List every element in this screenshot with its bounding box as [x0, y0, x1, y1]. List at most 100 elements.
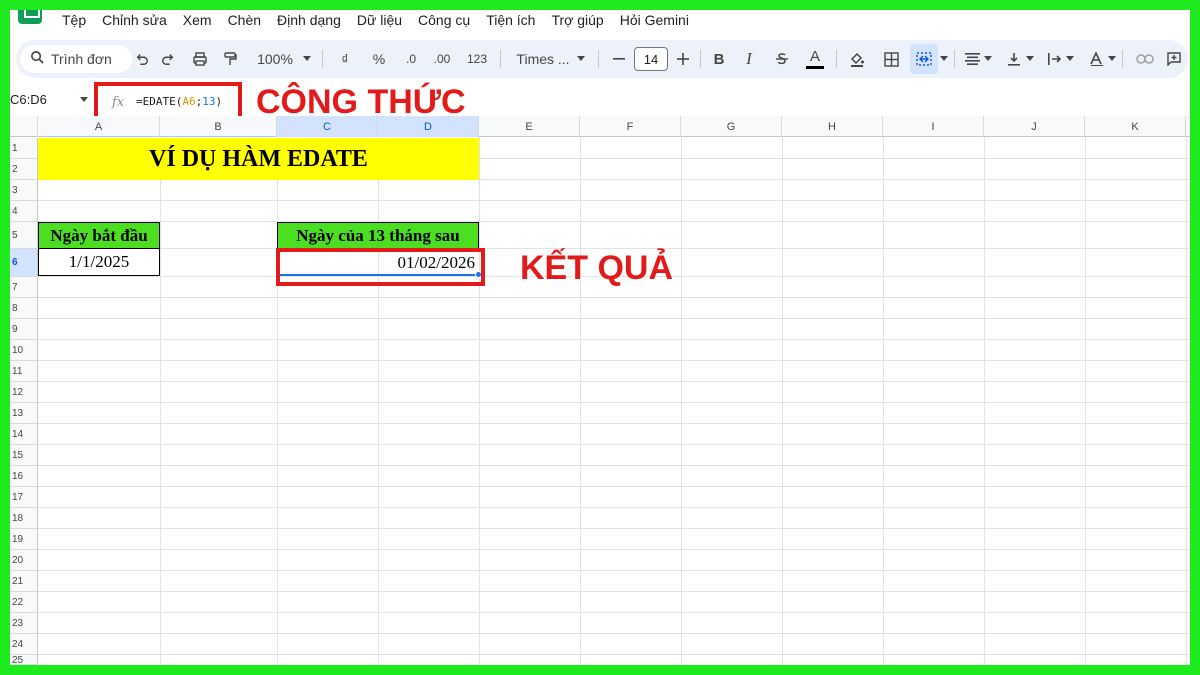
increase-font-icon[interactable]: [672, 40, 694, 78]
row-header[interactable]: 23: [10, 613, 38, 634]
row-header[interactable]: 12: [10, 382, 38, 403]
menu-tools[interactable]: Công cụ: [410, 11, 478, 29]
text-color-button[interactable]: A: [802, 40, 828, 78]
start-date-header-cell[interactable]: Ngày bắt đầu: [38, 222, 160, 249]
row-header[interactable]: 7: [10, 277, 38, 298]
menu-view[interactable]: Xem: [175, 11, 220, 29]
menu-file[interactable]: Tệp: [54, 11, 94, 29]
row-header[interactable]: 21: [10, 571, 38, 592]
chevron-down-icon[interactable]: [1064, 40, 1076, 78]
menu-edit[interactable]: Chỉnh sửa: [94, 11, 175, 29]
insert-comment-icon[interactable]: [1162, 40, 1186, 78]
vertical-align-icon[interactable]: [1002, 40, 1026, 78]
row-header[interactable]: 17: [10, 487, 38, 508]
row-header[interactable]: 9: [10, 319, 38, 340]
formula-input[interactable]: =EDATE(A6;13): [136, 95, 222, 108]
sheets-logo-icon[interactable]: [18, 4, 42, 24]
zoom-select[interactable]: 100%: [250, 40, 300, 78]
column-header[interactable]: I: [883, 116, 984, 137]
increase-decimal-button[interactable]: .00: [428, 40, 456, 78]
toolbar-divider: [700, 50, 701, 68]
menu-help[interactable]: Trợ giúp: [543, 11, 611, 29]
font-family-select[interactable]: Times ...: [510, 40, 576, 78]
menu-insert[interactable]: Chèn: [220, 11, 269, 29]
strikethrough-icon[interactable]: [770, 40, 794, 78]
redo-icon[interactable]: [154, 40, 182, 78]
decrease-decimal-button[interactable]: .0: [398, 40, 424, 78]
number-format-button[interactable]: 123: [462, 40, 492, 78]
chevron-down-icon[interactable]: [300, 40, 314, 78]
horizontal-align-icon[interactable]: [960, 40, 984, 78]
row-header[interactable]: 5: [10, 222, 38, 249]
column-header[interactable]: J: [984, 116, 1085, 137]
grid-line: [1085, 137, 1086, 665]
column-header[interactable]: C: [277, 116, 378, 137]
row-header[interactable]: 4: [10, 201, 38, 222]
grid-line: [38, 465, 1190, 466]
row-header[interactable]: 11: [10, 361, 38, 382]
print-icon[interactable]: [186, 40, 214, 78]
fill-color-icon[interactable]: [844, 40, 870, 78]
text-wrap-icon[interactable]: [1042, 40, 1066, 78]
row-header[interactable]: 16: [10, 466, 38, 487]
row-header[interactable]: 13: [10, 403, 38, 424]
row-header[interactable]: 14: [10, 424, 38, 445]
undo-icon[interactable]: [128, 40, 156, 78]
row-header[interactable]: 8: [10, 298, 38, 319]
grid-line: [38, 507, 1190, 508]
start-date-value-cell[interactable]: 1/1/2025: [38, 249, 160, 276]
chevron-down-icon[interactable]: [574, 40, 588, 78]
column-header[interactable]: D: [378, 116, 479, 137]
row-header[interactable]: 20: [10, 550, 38, 571]
insert-link-icon[interactable]: [1132, 40, 1158, 78]
menu-format[interactable]: Định dạng: [269, 11, 349, 29]
row-header[interactable]: 6: [10, 249, 38, 277]
bold-button[interactable]: B: [708, 40, 730, 78]
column-header[interactable]: H: [782, 116, 883, 137]
row-header[interactable]: 3: [10, 180, 38, 201]
column-header[interactable]: B: [160, 116, 277, 137]
column-header[interactable]: F: [580, 116, 681, 137]
row-header[interactable]: 1: [10, 138, 38, 159]
grid-line: [883, 137, 884, 665]
grid-line: [38, 591, 1190, 592]
chevron-down-icon[interactable]: [1106, 40, 1118, 78]
row-header[interactable]: 25: [10, 655, 38, 665]
italic-button[interactable]: I: [738, 40, 760, 78]
result-header-cell[interactable]: Ngày của 13 tháng sau: [277, 222, 479, 249]
column-header[interactable]: A: [38, 116, 160, 137]
row-header[interactable]: 10: [10, 340, 38, 361]
menu-extensions[interactable]: Tiện ích: [478, 11, 543, 29]
currency-button[interactable]: ₫: [334, 40, 356, 78]
chevron-down-icon[interactable]: [938, 40, 950, 78]
borders-icon[interactable]: [878, 40, 904, 78]
font-size-input[interactable]: 14: [634, 47, 668, 71]
menu-ask-gemini[interactable]: Hỏi Gemini: [612, 11, 697, 29]
chevron-down-icon[interactable]: [982, 40, 994, 78]
grid-line: [580, 137, 581, 665]
paint-format-icon[interactable]: [216, 40, 244, 78]
column-header[interactable]: K: [1085, 116, 1186, 137]
menu-search-button[interactable]: Trình đơn: [20, 45, 132, 73]
text-rotation-icon[interactable]: [1084, 40, 1108, 78]
select-all-corner[interactable]: [10, 116, 38, 137]
menu-data[interactable]: Dữ liệu: [349, 11, 410, 29]
row-header[interactable]: 24: [10, 634, 38, 655]
sheet-title-cell[interactable]: VÍ DỤ HÀM EDATE: [38, 138, 479, 180]
grid-line: [38, 423, 1190, 424]
chevron-down-icon[interactable]: [80, 97, 88, 102]
spreadsheet-grid[interactable]: A B C D E F G H I J K 1 2 3 4 5 6 7 8 9 …: [10, 116, 1190, 665]
row-header[interactable]: 18: [10, 508, 38, 529]
merge-cells-icon[interactable]: [910, 44, 938, 74]
row-header[interactable]: 22: [10, 592, 38, 613]
column-header[interactable]: G: [681, 116, 782, 137]
chevron-down-icon[interactable]: [1024, 40, 1036, 78]
column-header[interactable]: E: [479, 116, 580, 137]
row-header[interactable]: 15: [10, 445, 38, 466]
row-header[interactable]: 2: [10, 159, 38, 180]
row-header[interactable]: 19: [10, 529, 38, 550]
toolbar-divider: [954, 50, 955, 68]
menu-items: Tệp Chỉnh sửa Xem Chèn Định dạng Dữ liệu…: [54, 11, 697, 29]
percent-button[interactable]: %: [368, 40, 390, 78]
decrease-font-icon[interactable]: [608, 40, 630, 78]
